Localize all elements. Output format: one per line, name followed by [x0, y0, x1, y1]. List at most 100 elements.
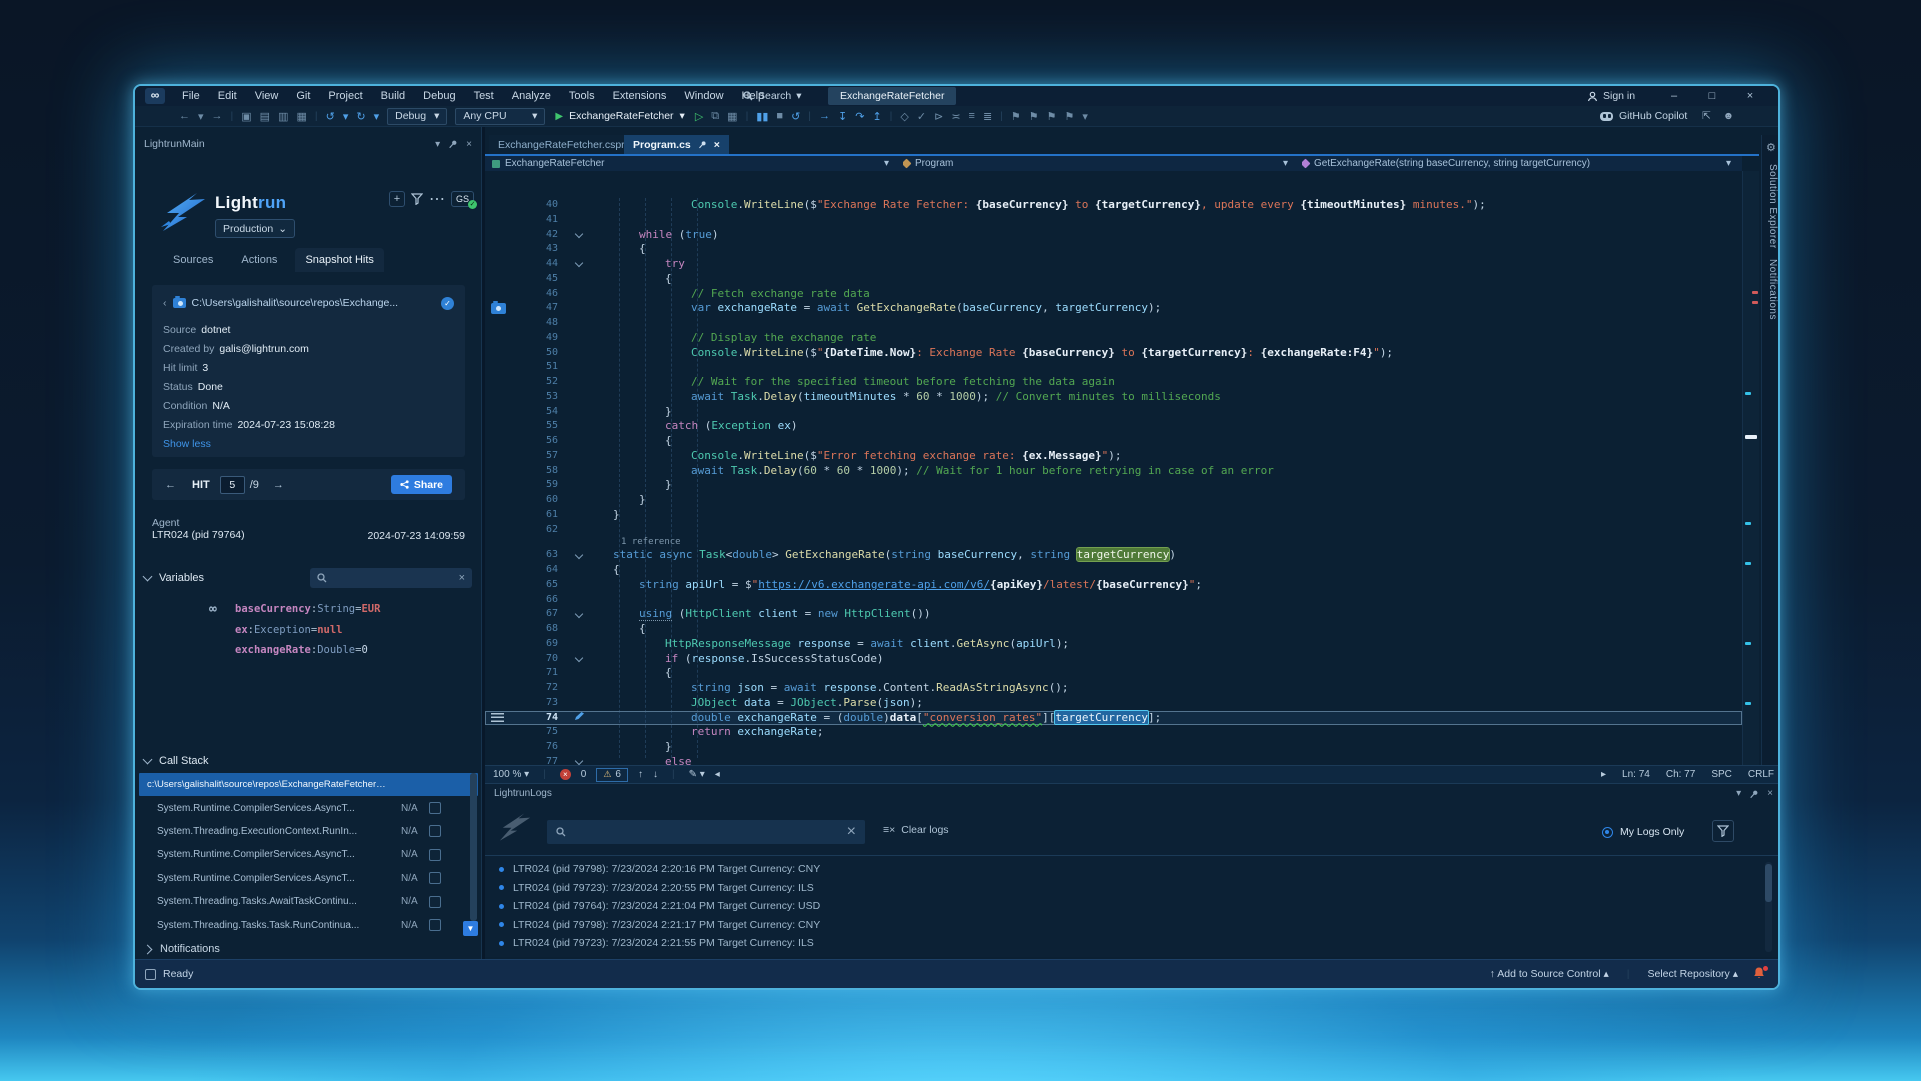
spaces-indicator[interactable]: SPC [1711, 769, 1732, 780]
chevron-down-icon[interactable]: ▾ [435, 139, 440, 150]
frame-checkbox[interactable] [429, 825, 441, 837]
navigate-forward-icon[interactable]: → [208, 110, 227, 122]
show-next-statement-icon[interactable]: → [815, 110, 834, 122]
codelens-references[interactable]: 1 reference [485, 537, 1742, 548]
menu-build[interactable]: Build [372, 90, 414, 102]
code-line-45[interactable]: 45{ [485, 272, 1742, 287]
warnings-filter[interactable]: ⚠ 6 [596, 768, 628, 782]
clear-search-icon[interactable]: × [847, 823, 856, 841]
frame-checkbox[interactable] [429, 849, 441, 861]
hit-number-input[interactable] [220, 476, 245, 494]
call-stack-header[interactable]: Call Stack [144, 755, 209, 767]
variables-search-input[interactable]: × [310, 568, 472, 588]
fold-chevron-icon[interactable] [564, 554, 594, 558]
call-stack-frame[interactable]: System.Threading.Tasks.AwaitTaskContinu.… [139, 890, 478, 913]
call-stack-scrollbar[interactable] [470, 773, 477, 921]
notification-bell-icon[interactable] [1752, 966, 1768, 982]
line-number[interactable]: 41 [522, 213, 564, 228]
chevron-down-icon[interactable]: ▾ [1736, 788, 1741, 799]
code-line-47[interactable]: 47var exchangeRate = await GetExchangeRa… [485, 301, 1742, 316]
menu-debug[interactable]: Debug [414, 90, 464, 102]
code-line-46[interactable]: 46// Fetch exchange rate data [485, 287, 1742, 302]
snapshot-gutter-icon[interactable] [485, 303, 522, 314]
line-number[interactable]: 54 [522, 405, 564, 420]
my-logs-only-toggle[interactable]: My Logs Only [1602, 826, 1684, 838]
scroll-down-button[interactable]: ▼ [463, 921, 478, 936]
variables-header[interactable]: Variables × [144, 567, 472, 589]
call-stack-frame[interactable]: System.Runtime.CompilerServices.AsyncT..… [139, 867, 478, 890]
tab-snapshot-hits[interactable]: Snapshot Hits [295, 248, 383, 272]
tab-solution-explorer[interactable]: Solution Explorer [1767, 164, 1778, 249]
line-number[interactable]: 77 [522, 755, 564, 765]
breadcrumb-class[interactable]: Program ▾ [896, 156, 1295, 171]
select-repository-button[interactable]: Select Repository ▴ [1648, 968, 1739, 980]
frame-checkbox[interactable] [429, 919, 441, 931]
close-icon[interactable]: × [466, 139, 472, 150]
toggle-bookmark-icon[interactable]: ⚑ [1007, 110, 1025, 123]
editor-scrollbar[interactable] [1742, 171, 1759, 765]
log-entry[interactable]: LTR024 (pid 79764): 7/23/2024 2:21:04 PM… [499, 897, 1758, 916]
menu-tools[interactable]: Tools [560, 90, 604, 102]
clear-logs-button[interactable]: ≡× Clear logs [883, 824, 949, 836]
transform-icon[interactable]: ≣ [979, 110, 996, 123]
fold-chevron-icon[interactable] [564, 233, 594, 237]
code-line-52[interactable]: 52// Wait for the specified timeout befo… [485, 375, 1742, 390]
line-number[interactable]: 43 [522, 242, 564, 257]
line-number[interactable]: 74 [522, 711, 564, 726]
breadcrumb-project[interactable]: ExchangeRateFetcher ▾ [485, 156, 896, 171]
send-feedback-icon[interactable]: ⇱ [1702, 110, 1711, 122]
line-number[interactable]: 49 [522, 331, 564, 346]
debug-config-select[interactable]: Debug▾ [387, 108, 447, 125]
call-stack-frame[interactable]: System.Threading.ExecutionContext.RunIn.… [139, 820, 478, 843]
code-line-73[interactable]: 73JObject data = JObject.Parse(json); [485, 696, 1742, 711]
back-dropdown-icon[interactable]: ▾ [194, 110, 208, 123]
line-number[interactable]: 67 [522, 607, 564, 622]
code-line-72[interactable]: 72string json = await response.Content.R… [485, 681, 1742, 696]
code-line-54[interactable]: 54} [485, 405, 1742, 420]
variable-row[interactable]: exchangeRate: Double = 0 [209, 640, 475, 661]
code-line-56[interactable]: 56{ [485, 434, 1742, 449]
line-number[interactable]: 62 [522, 523, 564, 538]
menu-window[interactable]: Window [675, 90, 732, 102]
live-share-icon[interactable]: ⧉ [707, 110, 723, 123]
add-to-source-control-button[interactable]: ↑ Add to Source Control ▴ [1490, 968, 1609, 980]
code-line-44[interactable]: 44try [485, 257, 1742, 272]
line-number[interactable]: 40 [522, 198, 564, 213]
code-line-74[interactable]: 74double exchangeRate = (double)data["co… [485, 711, 1742, 726]
line-number[interactable]: 70 [522, 652, 564, 667]
open-file-icon[interactable]: ▤ [256, 110, 274, 123]
line-number[interactable]: 50 [522, 346, 564, 361]
code-line-42[interactable]: 42while (true) [485, 228, 1742, 243]
line-number[interactable]: 55 [522, 419, 564, 434]
user-profile-icon[interactable]: ☻ [1723, 110, 1734, 122]
line-number[interactable]: 57 [522, 449, 564, 464]
code-line-77[interactable]: 77else [485, 755, 1742, 765]
tab-sources[interactable]: Sources [163, 248, 223, 272]
frame-checkbox[interactable] [429, 872, 441, 884]
platform-select[interactable]: Any CPU▾ [455, 108, 545, 125]
logs-search-box[interactable]: × [547, 820, 865, 844]
filter-icon[interactable] [411, 193, 423, 205]
bookmarks-window-icon[interactable]: ⚑ [1061, 110, 1079, 123]
line-number[interactable]: 60 [522, 493, 564, 508]
line-number[interactable]: 44 [522, 257, 564, 272]
line-number[interactable]: 71 [522, 666, 564, 681]
code-line-48[interactable]: 48 [485, 316, 1742, 331]
code-line-67[interactable]: 67using (HttpClient client = new HttpCli… [485, 607, 1742, 622]
line-number[interactable]: 58 [522, 464, 564, 479]
menu-analyze[interactable]: Analyze [503, 90, 560, 102]
undo-icon[interactable]: ↺ [322, 110, 339, 123]
code-line-41[interactable]: 41 [485, 213, 1742, 228]
fold-chevron-icon[interactable] [564, 760, 594, 764]
share-button[interactable]: Share [391, 475, 452, 494]
search-box[interactable]: Search ▾ [743, 86, 802, 106]
next-issue-icon[interactable]: ↓ [653, 769, 658, 780]
log-entry[interactable]: LTR024 (pid 79798): 7/23/2024 2:20:16 PM… [499, 860, 1758, 879]
prev-issue-icon[interactable]: ↑ [638, 769, 643, 780]
logs-filter-button[interactable] [1712, 820, 1734, 842]
code-line-65[interactable]: 65string apiUrl = $"https://v6.exchanger… [485, 578, 1742, 593]
tab-actions[interactable]: Actions [231, 248, 287, 272]
line-number[interactable]: 59 [522, 478, 564, 493]
add-action-button[interactable]: + [389, 191, 405, 207]
start-debugging-button[interactable]: ▶ ExchangeRateFetcher ▾ [555, 110, 684, 122]
